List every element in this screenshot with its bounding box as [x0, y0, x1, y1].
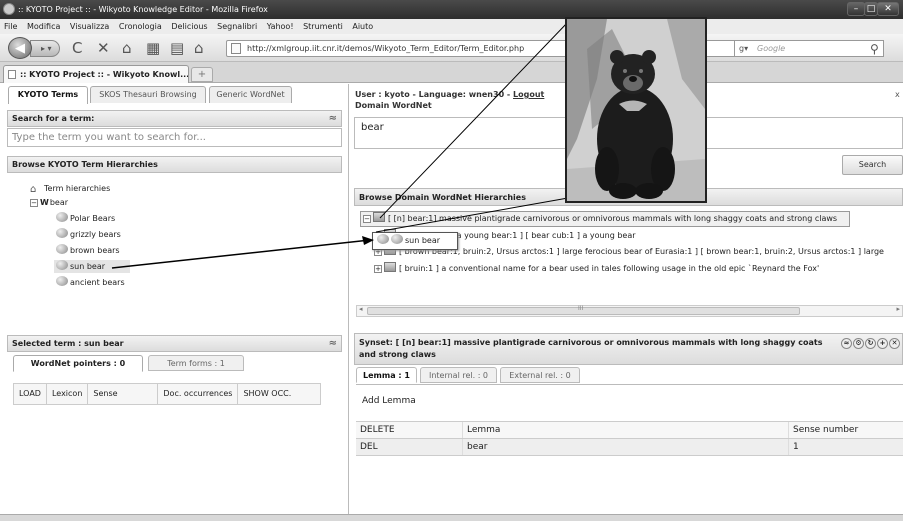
drag-arrow-line — [111, 239, 371, 269]
annotation-arrows — [111, 21, 569, 269]
callout-line-bottom — [375, 197, 569, 233]
sun-bear-photo — [565, 17, 707, 203]
sun-bear-image — [567, 19, 705, 201]
arrow-head — [362, 236, 374, 245]
callout-line-left — [379, 21, 569, 219]
